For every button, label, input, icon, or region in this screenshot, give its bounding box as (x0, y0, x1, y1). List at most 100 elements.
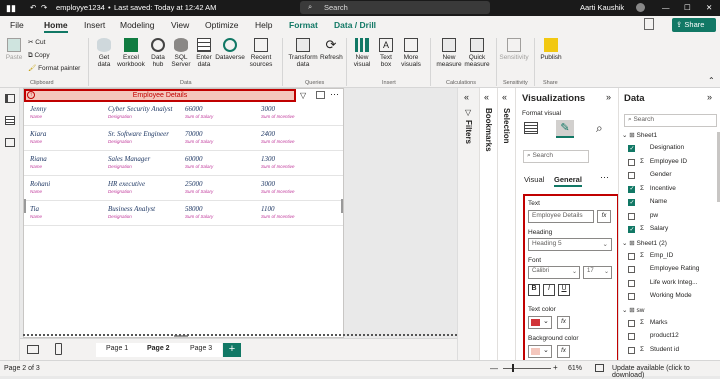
page-tab-3[interactable]: Page 3 (180, 343, 223, 357)
tab-optimize[interactable]: Optimize (205, 20, 239, 30)
analytics-magnifier-icon[interactable]: ⌕ (596, 121, 603, 136)
visual-title-bar[interactable]: ↑ Employee Details (24, 89, 296, 102)
tab-general[interactable]: General (554, 175, 582, 187)
user-name[interactable]: Aarti Kaushik (580, 3, 624, 12)
viz-search-input[interactable]: ⌕ Search (523, 150, 589, 163)
zoom-slider[interactable] (503, 368, 551, 369)
add-page-button[interactable]: + (223, 343, 241, 357)
update-available-link[interactable]: Update available (click to download) (612, 365, 720, 379)
maximize-icon[interactable]: ☐ (684, 3, 691, 12)
field-checkbox[interactable] (628, 279, 635, 287)
avatar[interactable] (636, 3, 645, 12)
table-visual[interactable]: ↑ Employee Details ▽ ⋯ Jenny Name Cyber Se… (23, 88, 344, 338)
field-checkbox[interactable] (628, 346, 635, 354)
new-visual-button[interactable]: New visual (350, 38, 374, 68)
expand-selection-icon[interactable]: « (502, 92, 507, 102)
more-options-icon[interactable]: ⋯ (330, 89, 339, 100)
publish-button[interactable]: Publish (538, 38, 564, 61)
recent-sources-button[interactable]: Recent sources (246, 38, 276, 68)
model-view-icon[interactable] (5, 138, 15, 147)
sql-server-button[interactable]: SQL Server (170, 38, 192, 68)
collapse-data-icon[interactable]: » (707, 92, 712, 102)
collapse-visualizations-icon[interactable]: » (606, 92, 611, 102)
tab-visual[interactable]: Visual (524, 175, 544, 184)
filters-pane-collapsed[interactable]: « ▽ Filters (457, 88, 479, 360)
text-color-fx-button[interactable]: fx (557, 316, 570, 329)
field-item[interactable]: Life work Integ... (640, 279, 698, 286)
expand-bookmarks-icon[interactable]: « (484, 92, 489, 102)
filter-icon[interactable]: ▽ (300, 91, 306, 100)
field-checkbox[interactable] (628, 172, 635, 179)
resize-handle-left[interactable] (24, 199, 26, 213)
table-row[interactable]: Jenny Name Cyber Security Analyst Designati… (24, 102, 343, 126)
zoom-slider-thumb[interactable] (512, 364, 514, 372)
page-tab-1[interactable]: Page 1 (96, 343, 139, 357)
sensitivity-button[interactable]: Sensitivity (498, 38, 530, 61)
field-checkbox[interactable] (628, 293, 635, 300)
dataverse-button[interactable]: Dataverse (215, 38, 245, 61)
build-visual-icon[interactable] (524, 122, 538, 134)
field-checkbox[interactable] (628, 333, 635, 340)
field-item[interactable]: Name (640, 198, 667, 205)
bookmarks-pane-collapsed[interactable]: « Bookmarks (479, 88, 497, 360)
field-checkbox[interactable] (628, 185, 635, 193)
format-paintbrush-icon[interactable]: ✎ (556, 120, 574, 138)
table-row[interactable]: Kiara Name Sr. Software Engineer Designatio… (24, 127, 343, 151)
redo-icon[interactable]: ↷ (41, 3, 47, 12)
field-checkbox[interactable] (628, 252, 635, 260)
get-data-button[interactable]: Get data (92, 38, 116, 68)
cut-button[interactable]: ✂ Cut (28, 39, 45, 46)
field-item[interactable]: Σ Employee ID (640, 158, 687, 165)
table-sheet1[interactable]: ⌄ ⊞ Sheet1 (622, 131, 657, 139)
tab-home[interactable]: Home (44, 20, 68, 33)
heading-select[interactable]: Heading 5 ⌄ (528, 238, 612, 251)
field-checkbox[interactable] (628, 158, 635, 166)
field-checkbox[interactable] (628, 145, 635, 152)
copy-button[interactable]: ⧉ Copy (28, 52, 50, 59)
more-visuals-button[interactable]: More visuals (398, 38, 424, 68)
comments-icon[interactable] (644, 18, 654, 30)
field-item[interactable]: Σ Salary (640, 225, 668, 232)
field-item[interactable]: Employee Rating (640, 265, 700, 272)
fx-button[interactable]: fx (597, 210, 611, 223)
field-item[interactable]: pw (640, 212, 658, 219)
new-measure-button[interactable]: New measure (434, 38, 464, 68)
more-options-icon[interactable]: ⋯ (600, 172, 609, 183)
expand-filters-icon[interactable]: « (464, 92, 469, 102)
background-color-picker[interactable]: ⌄ (528, 345, 552, 358)
bold-button[interactable]: B (528, 284, 540, 296)
field-item[interactable]: Σ Emp_ID (640, 252, 673, 259)
share-button[interactable]: ⇪ Share (672, 18, 716, 32)
table-row[interactable]: Rohani Name HR executive Designation 25000 Su… (24, 177, 343, 201)
background-color-fx-button[interactable]: fx (557, 345, 570, 358)
underline-button[interactable]: U (558, 284, 570, 296)
field-checkbox[interactable] (628, 199, 635, 206)
minimize-icon[interactable]: — (662, 3, 670, 12)
field-item[interactable]: Σ Incentive (640, 185, 676, 192)
zoom-out-button[interactable]: — (490, 364, 498, 373)
table-view-icon[interactable] (5, 116, 15, 125)
close-icon[interactable]: ✕ (706, 3, 712, 12)
field-item[interactable]: Designation (640, 144, 684, 151)
tab-view[interactable]: View (171, 20, 189, 30)
excel-workbook-button[interactable]: Excel workbook (116, 38, 146, 68)
page-tab-2[interactable]: Page 2 (137, 343, 180, 357)
field-item[interactable]: Gender (640, 171, 672, 178)
title-text-input[interactable]: Employee Details (528, 210, 594, 223)
data-search-input[interactable]: ⌕ Search (624, 114, 717, 127)
report-view-icon[interactable] (5, 94, 15, 103)
table-row[interactable]: Tia Name Business Analyst Designation 58000 S… (24, 202, 343, 226)
field-item[interactable]: product12 (640, 332, 679, 339)
mobile-layout-icon[interactable] (55, 343, 62, 355)
font-size-select[interactable]: 17 ⌄ (583, 266, 612, 279)
text-color-picker[interactable]: ⌄ (528, 316, 552, 329)
fit-to-page-icon[interactable] (595, 364, 604, 372)
field-item[interactable]: Σ Student id (640, 346, 679, 353)
transform-data-button[interactable]: Transform data (286, 38, 320, 68)
selection-pane-collapsed[interactable]: « Selection (497, 88, 515, 360)
field-checkbox[interactable] (628, 266, 635, 273)
tab-help[interactable]: Help (255, 20, 272, 30)
table-sw[interactable]: ⌄ ⊞ sw (622, 306, 644, 314)
tab-format[interactable]: Format (289, 20, 318, 30)
collapse-ribbon-icon[interactable]: ⌃ (708, 76, 715, 85)
